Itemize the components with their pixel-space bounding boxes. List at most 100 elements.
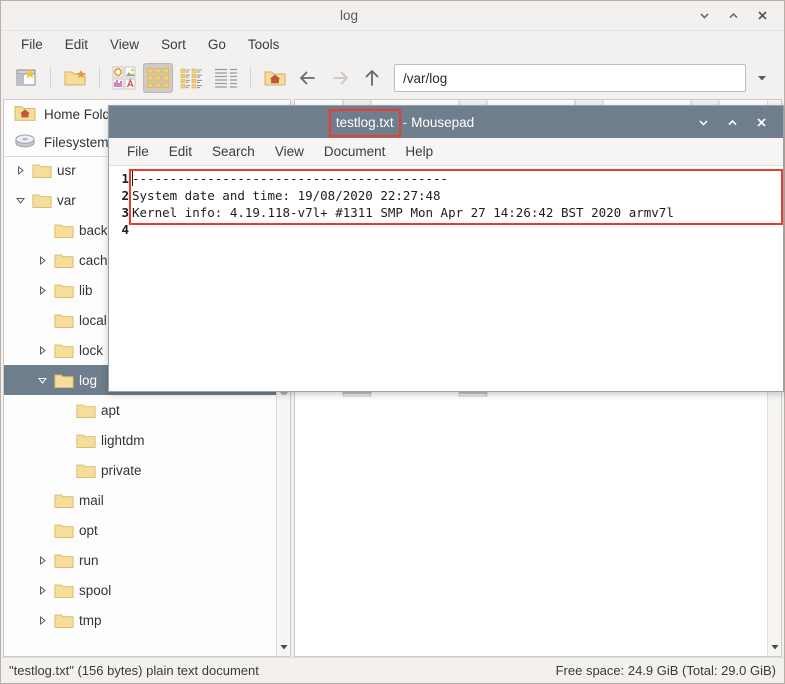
- file-manager-window-controls: [697, 8, 784, 23]
- folder-icon: [54, 582, 74, 599]
- chevron-right-icon[interactable]: [34, 555, 50, 565]
- close-icon[interactable]: [755, 8, 770, 23]
- new-folder-icon[interactable]: [60, 63, 90, 93]
- folder-icon: [76, 462, 96, 479]
- mousepad-editor[interactable]: 1 2 3 4 --------------------------------…: [109, 166, 783, 391]
- mousepad-title-appname: Mousepad: [411, 114, 475, 130]
- mousepad-menu-file[interactable]: File: [117, 142, 159, 161]
- tree-item-label: tmp: [79, 612, 102, 628]
- drive-icon: [14, 131, 36, 154]
- up-button[interactable]: [358, 64, 386, 92]
- path-dropdown-icon[interactable]: [750, 64, 774, 92]
- menu-sort[interactable]: Sort: [151, 35, 196, 54]
- mousepad-menu-search[interactable]: Search: [202, 142, 265, 161]
- tree-item-lightdm[interactable]: lightdm: [4, 425, 276, 455]
- tree-item-label: lock: [79, 342, 104, 358]
- toolbar-separator: [99, 67, 100, 89]
- folder-icon: [54, 522, 74, 539]
- mousepad-title-filename: testlog.txt: [328, 108, 401, 137]
- scroll-down-arrow-icon[interactable]: [771, 639, 779, 654]
- tree-item-label: spool: [79, 582, 112, 598]
- folder-icon: [76, 402, 96, 419]
- folder-icon: [54, 312, 74, 329]
- folder-icon: [54, 252, 74, 269]
- tree-item-apt[interactable]: apt: [4, 395, 276, 425]
- detailed-view-icon[interactable]: [211, 63, 241, 93]
- menu-tools[interactable]: Tools: [238, 35, 290, 54]
- chevron-right-icon[interactable]: [34, 585, 50, 595]
- file-item-label: [585, 402, 593, 404]
- tree-item-label: lightdm: [101, 432, 145, 448]
- menu-go[interactable]: Go: [198, 35, 236, 54]
- file-manager-toolbar: /var/log: [1, 57, 784, 99]
- chevron-right-icon[interactable]: [34, 615, 50, 625]
- mousepad-window: testlog.txt - Mousepad File Edit Search …: [108, 105, 784, 392]
- tree-item-label: lib: [79, 282, 93, 298]
- status-free-space: Free space: 24.9 GiB (Total: 29.0 GiB): [555, 663, 776, 678]
- minimize-icon[interactable]: [697, 8, 712, 23]
- compact-view-icon[interactable]: [177, 63, 207, 93]
- folder-icon: [54, 222, 74, 239]
- tree-item-opt[interactable]: opt: [4, 515, 276, 545]
- tree-item-tmp[interactable]: tmp: [4, 605, 276, 635]
- tree-item-run[interactable]: run: [4, 545, 276, 575]
- sidebar-item-label: Filesystem: [44, 134, 109, 150]
- tree-item-mail[interactable]: mail: [4, 485, 276, 515]
- maximize-icon[interactable]: [725, 115, 740, 130]
- scroll-down-arrow-icon[interactable]: [280, 639, 288, 654]
- chevron-right-icon[interactable]: [34, 345, 50, 355]
- tree-item-label: opt: [79, 522, 98, 538]
- status-bar: "testlog.txt" (156 bytes) plain text doc…: [1, 657, 784, 683]
- folder-icon: [54, 492, 74, 509]
- mousepad-menu-view[interactable]: View: [265, 142, 314, 161]
- tree-item-label: local: [79, 312, 107, 328]
- menu-edit[interactable]: Edit: [55, 35, 98, 54]
- mousepad-title-separator: -: [402, 114, 408, 130]
- show-thumbnails-icon[interactable]: [109, 63, 139, 93]
- tree-item-private[interactable]: private: [4, 455, 276, 485]
- chevron-right-icon[interactable]: [12, 165, 28, 175]
- home-icon[interactable]: [260, 63, 290, 93]
- folder-icon: [54, 342, 74, 359]
- mousepad-menubar: File Edit Search View Document Help: [109, 138, 783, 166]
- back-button[interactable]: [294, 64, 322, 92]
- toolbar-separator: [250, 67, 251, 89]
- toolbar-separator: [50, 67, 51, 89]
- chevron-down-icon[interactable]: [12, 196, 28, 205]
- tree-item-spool[interactable]: spool: [4, 575, 276, 605]
- folder-icon: [32, 192, 52, 209]
- tree-item-label: mail: [79, 492, 104, 508]
- minimize-icon[interactable]: [696, 115, 711, 130]
- mousepad-menu-help[interactable]: Help: [395, 142, 443, 161]
- folder-icon: [54, 552, 74, 569]
- menu-file[interactable]: File: [11, 35, 53, 54]
- tree-item-label: run: [79, 552, 99, 568]
- mousepad-menu-edit[interactable]: Edit: [159, 142, 202, 161]
- mousepad-menu-document[interactable]: Document: [314, 142, 396, 161]
- menu-view[interactable]: View: [100, 35, 149, 54]
- folder-icon: [54, 612, 74, 629]
- mousepad-title-filename-text: testlog.txt: [335, 114, 394, 130]
- chevron-right-icon[interactable]: [34, 255, 50, 265]
- mousepad-title: testlog.txt - Mousepad: [109, 108, 696, 137]
- file-item-label: [353, 402, 361, 404]
- mousepad-text-content[interactable]: ----------------------------------------…: [129, 166, 783, 391]
- mousepad-window-controls: [696, 115, 783, 130]
- chevron-right-icon[interactable]: [34, 285, 50, 295]
- path-input[interactable]: /var/log: [394, 64, 746, 92]
- file-item-label: [469, 402, 477, 404]
- tree-item-label: var: [57, 192, 76, 208]
- line-number-gutter: 1 2 3 4: [109, 166, 129, 391]
- folder-icon: [54, 372, 74, 389]
- file-manager-menubar: File Edit View Sort Go Tools: [1, 31, 784, 57]
- new-tab-icon[interactable]: [11, 63, 41, 93]
- tree-item-label: private: [101, 462, 142, 478]
- chevron-down-icon[interactable]: [34, 376, 50, 385]
- icon-view-icon[interactable]: [143, 63, 173, 93]
- home-folder-icon: [14, 103, 36, 126]
- file-manager-title: log: [339, 8, 358, 23]
- folder-icon: [32, 162, 52, 179]
- text-caret: [132, 171, 133, 186]
- close-icon[interactable]: [754, 115, 769, 130]
- maximize-icon[interactable]: [726, 8, 741, 23]
